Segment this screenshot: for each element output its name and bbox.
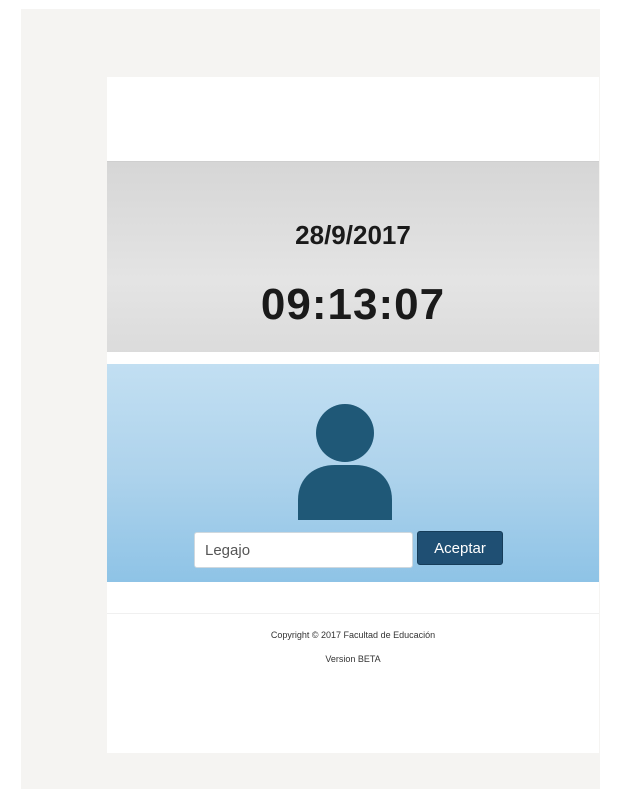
app-window: 28/9/2017 09:13:07 Aceptar Copyright © 2… <box>107 77 599 753</box>
footer: Copyright © 2017 Facultad de Educación V… <box>107 582 599 753</box>
current-date: 28/9/2017 <box>295 220 411 250</box>
current-time: 09:13:07 <box>260 280 446 329</box>
accept-button[interactable]: Aceptar <box>417 531 503 565</box>
top-banner <box>107 77 599 161</box>
screenshot-frame: 28/9/2017 09:13:07 Aceptar Copyright © 2… <box>21 9 600 789</box>
copyright-text: Copyright © 2017 Facultad de Educación <box>270 630 436 640</box>
user-icon <box>298 404 392 520</box>
footer-divider <box>107 613 599 614</box>
login-panel: Aceptar <box>107 364 599 582</box>
legajo-input[interactable] <box>194 532 413 568</box>
version-text: Version BETA <box>325 654 381 664</box>
section-divider <box>107 352 599 364</box>
